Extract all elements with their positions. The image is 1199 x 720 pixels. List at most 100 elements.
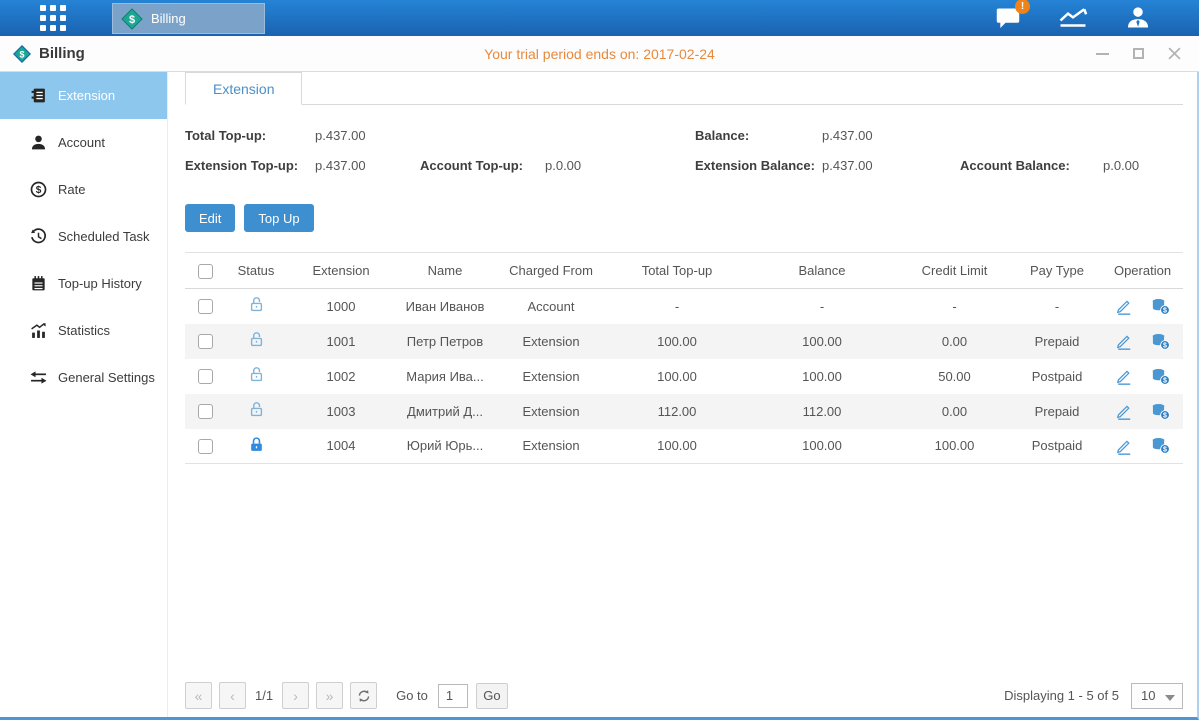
total-topup-cell: 112.00	[607, 394, 747, 429]
goto-label: Go to	[396, 688, 428, 703]
edit-pencil-icon[interactable]	[1115, 297, 1133, 315]
table-row[interactable]: 1000 Иван Иванов Account - - - -	[185, 289, 1183, 324]
col-header-balance: Balance	[747, 253, 897, 289]
row-checkbox[interactable]	[198, 404, 213, 419]
pagination-right: Displaying 1 - 5 of 5 10	[1004, 683, 1183, 709]
maximize-icon[interactable]	[1131, 47, 1145, 61]
sidebar-item-account[interactable]: Account	[0, 119, 167, 166]
taskbar-tab-billing[interactable]: $ Billing	[112, 3, 265, 34]
first-page-button[interactable]: «	[185, 682, 212, 709]
pay-type-cell: -	[1012, 289, 1102, 324]
topup-coins-icon[interactable]: $	[1151, 368, 1170, 385]
next-page-button[interactable]: ›	[282, 682, 309, 709]
table-row[interactable]: 1002 Мария Ива... Extension 100.00 100.0…	[185, 359, 1183, 394]
lock-status-icon[interactable]	[248, 296, 265, 313]
messages-icon[interactable]: !	[993, 5, 1023, 31]
minimize-icon[interactable]	[1095, 47, 1109, 61]
app-grid-icon[interactable]	[34, 3, 72, 33]
lock-status-icon[interactable]	[248, 331, 265, 348]
topup-coins-icon[interactable]: $	[1151, 403, 1170, 420]
person-icon	[30, 134, 47, 151]
exchange-arrows-icon	[30, 369, 47, 386]
summary-right: Balance: p.437.00 Extension Balance: p.4…	[695, 120, 1183, 180]
goto-page-input[interactable]	[438, 684, 468, 708]
sidebar-item-label: Statistics	[58, 323, 110, 338]
table-row[interactable]: 1001 Петр Петров Extension 100.00 100.00…	[185, 324, 1183, 359]
sidebar-item-statistics[interactable]: Statistics	[0, 307, 167, 354]
taskbar-tab-label: Billing	[151, 11, 186, 26]
pagination-bar: « ‹ 1/1 › » Go to Go Displaying	[185, 682, 1183, 711]
credit-limit-cell: -	[897, 289, 1012, 324]
col-header-extension: Extension	[287, 253, 395, 289]
prev-page-button[interactable]: ‹	[219, 682, 246, 709]
edit-pencil-icon[interactable]	[1115, 437, 1133, 455]
lock-status-icon[interactable]	[248, 401, 265, 418]
total-topup-value: p.437.00	[315, 128, 420, 143]
go-button[interactable]: Go	[476, 683, 508, 709]
sidebar-item-extension[interactable]: Extension	[0, 72, 167, 119]
account-topup-value: p.0.00	[545, 158, 695, 173]
account-balance-label: Account Balance:	[960, 158, 1103, 173]
chevron-down-icon	[1165, 695, 1175, 701]
name-cell: Иван Иванов	[395, 289, 495, 324]
page-indicator: 1/1	[253, 688, 282, 703]
balance-label: Balance:	[695, 128, 822, 143]
summary-panel: Total Top-up: p.437.00 Extension Top-up:…	[185, 120, 1183, 180]
total-topup-cell: 100.00	[607, 429, 747, 464]
extension-topup-label: Extension Top-up:	[185, 158, 315, 173]
balance-cell: 100.00	[747, 359, 897, 394]
edit-button[interactable]: Edit	[185, 204, 235, 232]
pay-type-cell: Prepaid	[1012, 394, 1102, 429]
extension-balance-value: p.437.00	[822, 158, 960, 173]
page-size-select[interactable]: 10	[1131, 683, 1183, 709]
user-account-icon[interactable]	[1123, 5, 1153, 31]
svg-text:$: $	[1163, 377, 1167, 384]
bar-chart-icon	[30, 322, 47, 339]
topup-coins-icon[interactable]: $	[1151, 333, 1170, 350]
top-up-button[interactable]: Top Up	[244, 204, 313, 232]
close-icon[interactable]	[1167, 47, 1181, 61]
credit-limit-cell: 0.00	[897, 394, 1012, 429]
name-cell: Дмитрий Д...	[395, 394, 495, 429]
edit-pencil-icon[interactable]	[1115, 332, 1133, 350]
row-checkbox[interactable]	[198, 299, 213, 314]
taskbar: $ Billing !	[0, 0, 1199, 36]
sidebar: Extension Account $ Rate	[0, 72, 168, 717]
operation-cell: $	[1102, 437, 1183, 455]
row-checkbox[interactable]	[198, 369, 213, 384]
edit-pencil-icon[interactable]	[1115, 402, 1133, 420]
refresh-icon[interactable]	[350, 682, 377, 709]
row-checkbox[interactable]	[198, 439, 213, 454]
col-header-charged-from: Charged From	[495, 253, 607, 289]
topup-coins-icon[interactable]: $	[1151, 437, 1170, 454]
row-checkbox[interactable]	[198, 334, 213, 349]
tab-extension[interactable]: Extension	[185, 72, 302, 105]
window-title: Billing	[39, 45, 85, 62]
topup-coins-icon[interactable]: $	[1151, 298, 1170, 315]
lock-status-icon[interactable]	[248, 436, 265, 453]
window-titlebar: $ Billing Your trial period ends on: 201…	[0, 36, 1199, 72]
lock-status-icon[interactable]	[248, 366, 265, 383]
dollar-circle-icon: $	[30, 181, 47, 198]
sidebar-item-scheduled-task[interactable]: Scheduled Task	[0, 213, 167, 260]
col-header-status: Status	[225, 253, 287, 289]
select-all-checkbox[interactable]	[198, 264, 213, 279]
edit-pencil-icon[interactable]	[1115, 367, 1133, 385]
table-row[interactable]: 1003 Дмитрий Д... Extension 112.00 112.0…	[185, 394, 1183, 429]
sidebar-item-general-settings[interactable]: General Settings	[0, 354, 167, 401]
last-page-button[interactable]: »	[316, 682, 343, 709]
table-row[interactable]: 1004 Юрий Юрь... Extension 100.00 100.00…	[185, 429, 1183, 464]
displaying-text: Displaying 1 - 5 of 5	[1004, 688, 1119, 703]
credit-limit-cell: 50.00	[897, 359, 1012, 394]
sidebar-item-label: Rate	[58, 182, 85, 197]
resource-monitor-icon[interactable]	[1058, 5, 1088, 31]
total-topup-label: Total Top-up:	[185, 128, 315, 143]
window-title-group: $ Billing	[13, 45, 85, 63]
extension-topup-value: p.437.00	[315, 158, 420, 173]
name-cell: Юрий Юрь...	[395, 429, 495, 464]
sidebar-item-label: Top-up History	[58, 276, 142, 291]
sidebar-item-topup-history[interactable]: Top-up History	[0, 260, 167, 307]
sidebar-item-rate[interactable]: $ Rate	[0, 166, 167, 213]
total-topup-cell: 100.00	[607, 359, 747, 394]
svg-text:$: $	[36, 185, 42, 196]
